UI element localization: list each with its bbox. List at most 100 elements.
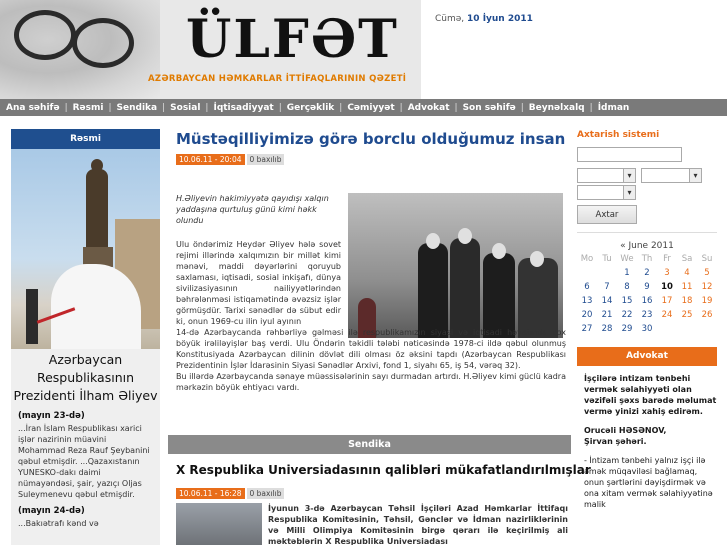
- select-dropdown[interactable]: [641, 168, 702, 183]
- monument-photo[interactable]: [11, 149, 160, 349]
- calendar-day[interactable]: 6: [577, 281, 597, 293]
- nav-son-sehife[interactable]: Son səhifə: [463, 103, 516, 113]
- calendar-day[interactable]: 14: [597, 295, 617, 307]
- nav-separator: |: [520, 102, 524, 113]
- calendar-weekday: We: [620, 254, 634, 264]
- calendar-weekday: Su: [701, 254, 713, 264]
- calendar-day[interactable]: 27: [577, 323, 597, 335]
- calendar-day[interactable]: 16: [637, 295, 657, 307]
- search-button[interactable]: Axtar: [577, 205, 637, 224]
- article2-photo[interactable]: [176, 503, 262, 545]
- nav-cemiyyet[interactable]: Cəmiyyət: [347, 103, 394, 113]
- calendar-day[interactable]: 11: [677, 281, 697, 293]
- nav-iqtisadiyyat[interactable]: İqtisadiyyat: [213, 103, 273, 113]
- calendar-title[interactable]: « June 2011: [577, 241, 717, 251]
- article-paragraph: Ulu öndərimiz Heydər Əliyev hələ sovet r…: [176, 240, 341, 326]
- calendar-day[interactable]: 15: [617, 295, 637, 307]
- calendar-day[interactable]: 9: [637, 281, 657, 293]
- logo-title: ÜLFƏT: [186, 9, 399, 70]
- nav-separator: |: [108, 102, 112, 113]
- article2-text: İyunun 3-də Azərbaycan Təhsil İşçiləri A…: [268, 504, 568, 545]
- calendar-day[interactable]: 5: [697, 267, 717, 279]
- calendar-day[interactable]: 26: [697, 309, 717, 321]
- calendar-weekday: Mo: [580, 254, 594, 264]
- article-date: 10.06.11 - 20:04: [176, 154, 245, 165]
- nav-advokat[interactable]: Advokat: [408, 103, 450, 113]
- nav-resmi[interactable]: Rəsmi: [73, 103, 104, 113]
- main-content: Müstəqilliyimizə görə borclu olduğumuz i…: [168, 129, 591, 545]
- calendar-day[interactable]: 28: [597, 323, 617, 335]
- calendar-day[interactable]: 24: [657, 309, 677, 321]
- calendar-grid: Mo Tu We Th Fr Sa Su 1 2 3 4 5 6 7 8 9 10 11 12 13 14 15 16 17 1…: [577, 253, 717, 335]
- person-silhouette: [26, 289, 38, 344]
- calendar-weekday: Fr: [663, 254, 671, 264]
- news-date: (mayın 23-də): [18, 411, 85, 421]
- calendar-weekday: Sa: [681, 254, 693, 264]
- article2-views: 0 baxılıb: [246, 488, 285, 499]
- nav-gercheklik[interactable]: Gerçəklik: [287, 103, 335, 113]
- nav-separator: |: [454, 102, 458, 113]
- search-selects-row: [577, 185, 717, 200]
- nav-sendika[interactable]: Sendika: [117, 103, 158, 113]
- calendar-day[interactable]: 1: [617, 267, 637, 279]
- calendar-day[interactable]: 21: [597, 309, 617, 321]
- left-news-item: (mayın 23-də) ...İran İslam Respublikası…: [11, 405, 160, 500]
- nav-separator: |: [205, 102, 209, 113]
- section-heading-sendika[interactable]: Sendika: [168, 435, 571, 454]
- calendar-day[interactable]: 13: [577, 295, 597, 307]
- article2-date: 10.06.11 - 16:28: [176, 488, 245, 499]
- calendar-day[interactable]: 12: [697, 281, 717, 293]
- calendar-day[interactable]: 30: [637, 323, 657, 335]
- select-dropdown[interactable]: [577, 185, 636, 200]
- calendar-weekday: Th: [641, 254, 653, 264]
- calendar-day[interactable]: 4: [677, 267, 697, 279]
- article-views: 0 baxılıb: [246, 154, 285, 165]
- nav-beynelxalq[interactable]: Beynəlxalq: [529, 103, 585, 113]
- date-value: 10 İyun 2011: [467, 14, 533, 24]
- select-dropdown[interactable]: [577, 168, 636, 183]
- calendar-day[interactable]: 29: [617, 323, 637, 335]
- advokat-author: Orucəli HƏSƏNOV,: [584, 426, 667, 435]
- calendar-day[interactable]: 18: [677, 295, 697, 307]
- calendar-widget: « June 2011 Mo Tu We Th Fr Sa Su 1 2 3 4 5 6 7 8 9 10 11 1…: [577, 241, 717, 335]
- photo-caption[interactable]: Azərbaycan Respublikasının Prezidenti İl…: [11, 349, 160, 405]
- calendar-day[interactable]: 19: [697, 295, 717, 307]
- calendar-day[interactable]: 3: [657, 267, 677, 279]
- nav-separator: |: [339, 102, 343, 113]
- nav-sosial[interactable]: Sosial: [170, 103, 200, 113]
- calendar-day[interactable]: 20: [577, 309, 597, 321]
- calendar-day[interactable]: 17: [657, 295, 677, 307]
- search-heading: Axtarish sistemi: [577, 130, 660, 140]
- calendar-day[interactable]: 23: [637, 309, 657, 321]
- calendar-day[interactable]: 25: [677, 309, 697, 321]
- nav-separator: |: [162, 102, 166, 113]
- search-input[interactable]: [577, 147, 682, 162]
- nav-separator: |: [278, 102, 282, 113]
- calendar-day[interactable]: 22: [617, 309, 637, 321]
- site-header: ÜLFƏT AZƏRBAYCAN HƏMKARLAR İTTİFAQLARINI…: [0, 0, 727, 99]
- left-news-item: (mayın 24-də) ...Bakıətrafı kənd və: [11, 500, 160, 529]
- statue-figure: [86, 169, 108, 249]
- article2-title[interactable]: X Respublika Universiadasının qalibləri …: [176, 463, 591, 477]
- nav-separator: |: [589, 102, 593, 113]
- article-body: Ulu öndərimiz Heydər Əliyev hələ sovet r…: [176, 239, 566, 393]
- calendar-day[interactable]: 7: [597, 281, 617, 293]
- calendar-empty-cell: [577, 267, 597, 279]
- calendar-day[interactable]: 2: [637, 267, 657, 279]
- sidebar-heading[interactable]: Rəsmi: [11, 129, 160, 149]
- article-lead: H.Əliyevin hakimiyyətə qayıdışı xalqın y…: [176, 194, 329, 225]
- calendar-day[interactable]: 8: [617, 281, 637, 293]
- advokat-heading[interactable]: Advokat: [577, 347, 717, 366]
- news-text[interactable]: ...İran İslam Respublikası xarici işlər …: [18, 423, 153, 500]
- news-text[interactable]: ...Bakıətrafı kənd və: [18, 518, 153, 529]
- news-date: (mayın 24-də): [18, 506, 85, 516]
- date-weekday: Cümə,: [435, 14, 465, 24]
- article-paragraph: 14-də Azərbaycanda rəhbərliyə gəlməsi il…: [176, 328, 566, 370]
- nav-idman[interactable]: İdman: [598, 103, 630, 113]
- logo-banner[interactable]: ÜLFƏT AZƏRBAYCAN HƏMKARLAR İTTİFAQLARINI…: [0, 0, 421, 99]
- article-title[interactable]: Müstəqilliyimizə görə borclu olduğumuz i…: [168, 129, 571, 149]
- calendar-day[interactable]: 10: [657, 281, 677, 293]
- divider: [577, 232, 717, 233]
- unveiling-cloth: [51, 264, 141, 349]
- nav-home[interactable]: Ana səhifə: [6, 103, 60, 113]
